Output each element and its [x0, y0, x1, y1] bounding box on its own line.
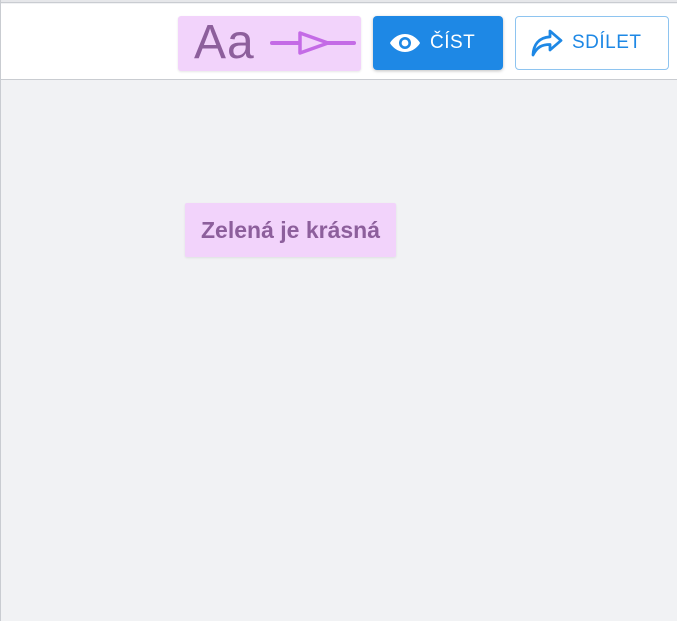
editor-page: Aa ČÍST SDÍLET Zelená je krásná	[0, 0, 677, 621]
read-button-label: ČÍST	[430, 32, 476, 53]
share-icon	[531, 29, 563, 57]
share-button-label: SDÍLET	[572, 32, 642, 53]
font-sample-text: Aa	[194, 16, 255, 69]
toolbar: Aa ČÍST SDÍLET	[1, 4, 677, 80]
text-item-chip[interactable]: Zelená je krásná	[185, 203, 396, 257]
eye-icon	[390, 34, 420, 52]
arrow-right-icon	[270, 31, 356, 55]
read-button[interactable]: ČÍST	[373, 16, 503, 70]
window-top-edge	[1, 0, 677, 3]
font-style-tool[interactable]: Aa	[178, 16, 361, 71]
text-item-label: Zelená je krásná	[201, 216, 380, 243]
share-button[interactable]: SDÍLET	[515, 16, 669, 70]
